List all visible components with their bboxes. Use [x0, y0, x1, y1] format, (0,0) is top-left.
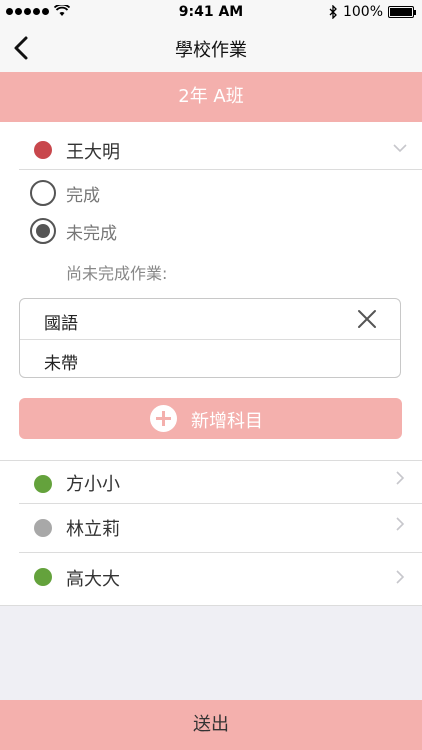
student-name: 高大大: [66, 569, 120, 590]
status-dot: [34, 519, 52, 537]
nav-bar: 學校作業: [0, 24, 422, 72]
battery-icon: [388, 6, 416, 18]
bluetooth-icon: [329, 5, 337, 19]
student-detail-card: 王大明 完成 未完成 尚未完成作業: 國語 未帶 新增科目: [0, 122, 422, 460]
subject-input[interactable]: 國語: [44, 309, 78, 334]
status-dot: [34, 475, 52, 493]
status-bar: 9:41 AM 100%: [0, 0, 422, 24]
divider: [19, 169, 422, 170]
radio-label: 未完成: [66, 223, 117, 244]
status-right: 100%: [329, 4, 416, 20]
subject-list: 國語 未帶: [19, 298, 401, 378]
close-icon[interactable]: [356, 308, 378, 330]
list-item[interactable]: 方小小: [0, 460, 422, 508]
subject-input[interactable]: 未帶: [44, 349, 78, 374]
add-subject-label: 新增科目: [191, 411, 263, 432]
radio-button[interactable]: [30, 180, 56, 206]
chevron-right-icon[interactable]: [392, 516, 408, 532]
battery-percent: 100%: [342, 4, 383, 20]
status-dot: [34, 141, 52, 159]
pending-homework-label: 尚未完成作業:: [66, 264, 168, 283]
student-row-expanded[interactable]: 王大明: [0, 122, 422, 170]
chevron-right-icon[interactable]: [392, 470, 408, 486]
divider: [0, 605, 422, 606]
student-list: 方小小 林立莉 高大大: [0, 460, 422, 606]
list-item[interactable]: 林立莉: [0, 504, 422, 552]
radio-label: 完成: [66, 185, 100, 206]
page-title: 學校作業: [175, 40, 247, 61]
chevron-right-icon[interactable]: [392, 569, 408, 585]
radio-incomplete[interactable]: 未完成: [30, 216, 117, 246]
class-header: 2年 A班: [0, 72, 422, 122]
add-subject-button[interactable]: 新增科目: [19, 398, 402, 439]
chevron-down-icon[interactable]: [392, 140, 408, 156]
list-item[interactable]: 高大大: [0, 553, 422, 601]
student-name: 林立莉: [66, 519, 120, 540]
submit-button[interactable]: 送出: [0, 700, 422, 750]
subject-row: 國語: [20, 299, 400, 339]
radio-complete[interactable]: 完成: [30, 178, 100, 208]
radio-button[interactable]: [30, 218, 56, 244]
plus-icon: [150, 405, 177, 432]
subject-row: 未帶: [20, 339, 400, 379]
status-dot: [34, 568, 52, 586]
student-name: 方小小: [66, 474, 120, 495]
student-name: 王大明: [66, 142, 120, 163]
